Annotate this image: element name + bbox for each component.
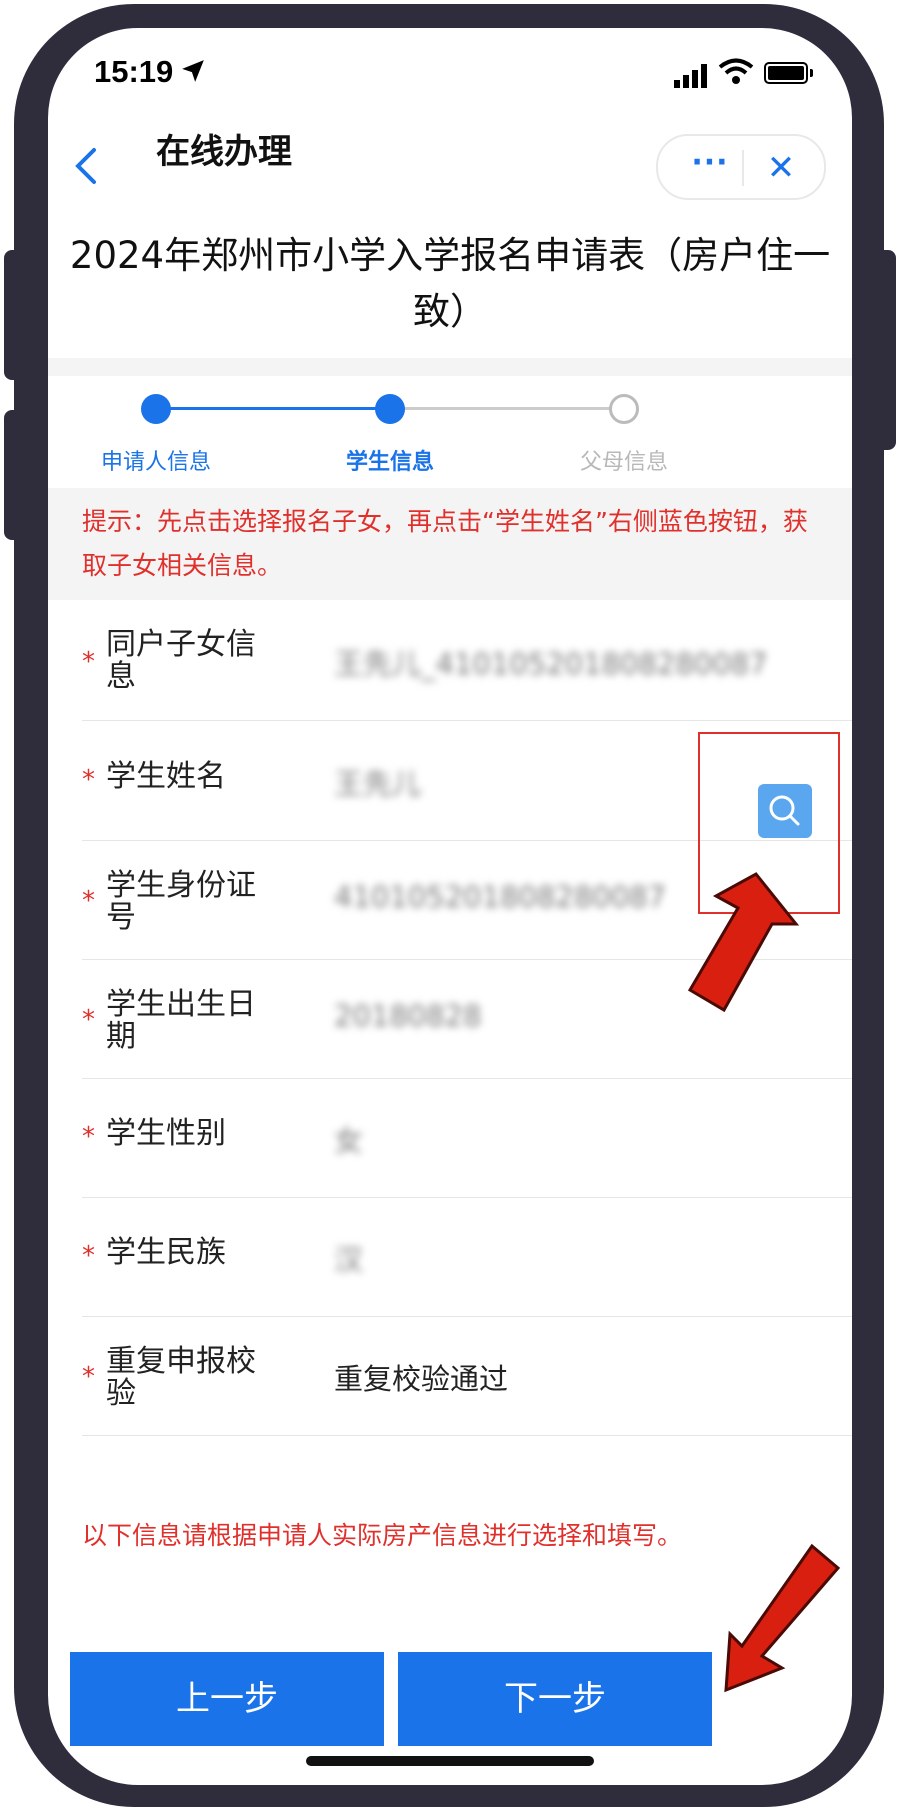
location-arrow-icon (182, 60, 204, 82)
field-value: 王先儿_410105201808280087 (334, 647, 768, 681)
field-label: 同户子女信息 (106, 627, 256, 694)
required-star: * (82, 1122, 95, 1152)
section-divider (48, 358, 852, 376)
field-label: 学生身份证号 (106, 868, 256, 935)
step-dot-3 (609, 394, 639, 424)
field-value: 汉 (334, 1243, 364, 1277)
next-step-button[interactable]: 下一步 (398, 1652, 712, 1746)
required-star: * (82, 1005, 95, 1035)
field-label: 学生姓名 (106, 759, 226, 794)
cellular-signal-icon (674, 64, 707, 88)
field-row-gender[interactable]: * 学生性别 女 (82, 1078, 852, 1198)
miniapp-capsule: ··· ✕ (656, 134, 826, 200)
prev-step-button[interactable]: 上一步 (70, 1652, 384, 1746)
required-star: * (82, 765, 95, 795)
field-row-duplicate-check: * 重复申报校验 重复校验通过 (82, 1316, 852, 1436)
home-indicator[interactable] (306, 1756, 594, 1766)
more-dots-icon[interactable]: ··· (684, 148, 736, 182)
capsule-divider (742, 150, 744, 186)
required-star: * (82, 886, 95, 916)
step-dot-1 (141, 394, 171, 424)
field-label: 学生性别 (106, 1116, 226, 1151)
step-label-student: 学生信息 (345, 450, 434, 475)
field-label: 重复申报校验 (106, 1344, 256, 1411)
required-star: * (82, 1362, 95, 1392)
step-label-parents: 父母信息 (579, 450, 668, 475)
field-label: 学生民族 (106, 1235, 226, 1270)
step-line-done (170, 407, 402, 410)
battery-icon (764, 62, 813, 84)
hint-text: 提示：先点击选择报名子女，再点击“学生姓名”右侧蓝色按钮，获取子女相关信息。 (82, 507, 808, 580)
field-value: 女 (334, 1124, 364, 1158)
status-bar: 15:19 (48, 28, 852, 118)
form-title: 2024年郑州市小学入学报名申请表（房户住一致） (69, 234, 831, 333)
progress-stepper: 申请人信息 学生信息 父母信息 (48, 376, 852, 488)
field-value: 410105201808280087 (334, 880, 667, 914)
annotation-arrow-up-icon (687, 872, 800, 1013)
step-label-applicant: 申请人信息 (100, 450, 211, 475)
field-value: 20180828 (334, 999, 482, 1033)
field-value: 重复校验通过 (334, 1362, 509, 1396)
step-line-pending (402, 407, 636, 410)
field-label: 学生出生日期 (106, 987, 256, 1054)
status-time: 15:19 (94, 54, 174, 89)
close-icon[interactable]: ✕ (756, 146, 806, 190)
required-star: * (82, 647, 95, 677)
field-value: 王先儿 (334, 767, 422, 801)
wifi-icon (718, 58, 754, 84)
step-dot-2 (375, 394, 405, 424)
page-title: 在线办理 (156, 132, 292, 172)
field-row-ethnicity[interactable]: * 学生民族 汉 (82, 1197, 852, 1317)
back-chevron-icon[interactable] (70, 146, 100, 186)
annotation-arrow-down-icon (724, 1543, 841, 1693)
field-row-household-children[interactable]: * 同户子女信息 王先儿_410105201808280087 (82, 601, 852, 721)
required-star: * (82, 1241, 95, 1271)
